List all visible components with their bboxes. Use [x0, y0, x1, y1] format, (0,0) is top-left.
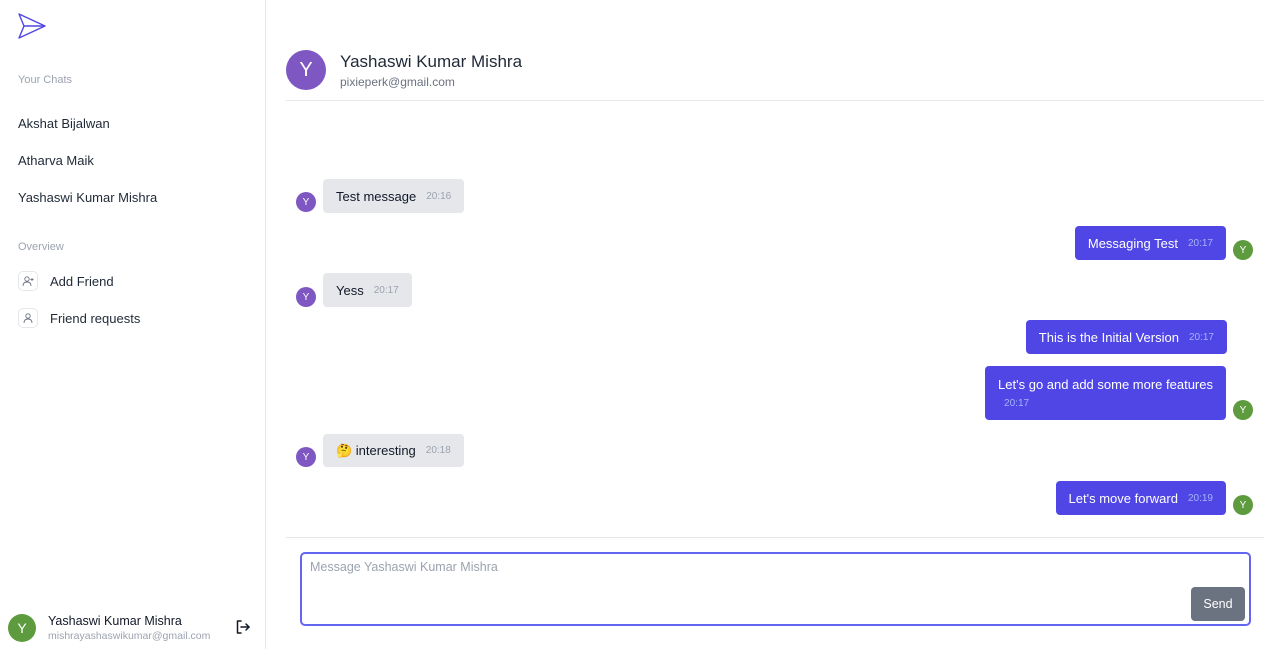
message-time: 20:17	[373, 284, 399, 296]
avatar: Y	[296, 447, 316, 467]
message-input[interactable]	[310, 560, 1170, 582]
avatar: Y	[1233, 240, 1253, 260]
message-time: 20:17	[1187, 237, 1213, 249]
user-profile: Y Yashaswi Kumar Mishra mishrayashaswiku…	[8, 610, 258, 646]
avatar: Y	[296, 192, 316, 212]
profile-name: Yashaswi Kumar Mishra	[48, 614, 182, 628]
message-text: Yess	[336, 282, 364, 298]
sidebar-chat-item[interactable]: Yashaswi Kumar Mishra	[18, 190, 157, 205]
avatar: Y	[1233, 400, 1253, 420]
user-icon	[18, 308, 38, 328]
message-time: 20:17	[1004, 398, 1030, 409]
message-row-outgoing: This is the Initial Version 20:17	[1025, 320, 1227, 354]
sidebar-chat-item[interactable]: Atharva Maik	[18, 153, 94, 168]
message-row-incoming: Y Yess 20:17	[296, 273, 412, 307]
sidebar-item-friend-requests[interactable]: Friend requests	[18, 308, 140, 328]
message-bubble: Let's go and add some more features 20:1…	[985, 366, 1226, 420]
message-text: This is the Initial Version	[1038, 329, 1179, 345]
message-time: 20:17	[1188, 331, 1214, 343]
message-row-incoming: Y 🤔 interesting 20:18	[296, 434, 464, 467]
message-row-outgoing: Let's move forward 20:19 Y	[1055, 481, 1253, 515]
logout-icon[interactable]	[234, 618, 252, 636]
composer-divider	[286, 537, 1264, 538]
message-bubble: Messaging Test 20:17	[1074, 226, 1226, 260]
paper-plane-icon[interactable]	[17, 12, 47, 40]
message-row-outgoing: Let's go and add some more features 20:1…	[985, 366, 1253, 420]
message-bubble: Test message 20:16	[323, 179, 465, 213]
message-time: 20:18	[425, 445, 451, 456]
message-composer: Send	[300, 552, 1251, 626]
add-friend-label: Add Friend	[50, 273, 114, 289]
avatar: Y	[286, 50, 326, 90]
message-text: Messaging Test	[1087, 235, 1178, 251]
message-text: 🤔 interesting	[336, 442, 416, 458]
sidebar: Your Chats Akshat Bijalwan Atharva Maik …	[0, 0, 266, 649]
avatar: Y	[1233, 495, 1253, 515]
message-row-incoming: Y Test message 20:16	[296, 179, 465, 213]
message-row-outgoing: Messaging Test 20:17 Y	[1074, 226, 1253, 260]
friend-requests-label: Friend requests	[50, 310, 141, 326]
message-time: 20:19	[1187, 492, 1213, 504]
chats-section-label: Your Chats	[18, 74, 73, 86]
message-bubble: Let's move forward 20:19	[1055, 481, 1226, 515]
message-time: 20:16	[426, 190, 452, 202]
chat-partner-email: pixieperk@gmail.com	[340, 75, 455, 89]
message-bubble: 🤔 interesting 20:18	[323, 434, 464, 467]
message-bubble: This is the Initial Version 20:17	[1025, 320, 1227, 354]
overview-section-label: Overview	[18, 241, 64, 253]
chat-panel: Y Yashaswi Kumar Mishra pixieperk@gmail.…	[266, 0, 1280, 649]
avatar: Y	[8, 614, 36, 642]
message-text: Test message	[336, 188, 417, 204]
message-text: Let's go and add some more features	[998, 377, 1213, 392]
user-plus-icon	[18, 271, 38, 291]
chat-header: Y Yashaswi Kumar Mishra pixieperk@gmail.…	[286, 50, 1264, 101]
send-button[interactable]: Send	[1191, 587, 1245, 621]
message-bubble: Yess 20:17	[323, 273, 412, 307]
profile-email: mishrayashaswikumar@gmail.com	[48, 630, 211, 642]
sidebar-chat-item[interactable]: Akshat Bijalwan	[18, 116, 110, 131]
chat-app: Your Chats Akshat Bijalwan Atharva Maik …	[0, 0, 1280, 649]
avatar: Y	[296, 287, 316, 307]
chat-partner-name: Yashaswi Kumar Mishra	[340, 52, 523, 71]
message-text: Let's move forward	[1068, 490, 1178, 506]
sidebar-item-add-friend[interactable]: Add Friend	[18, 271, 114, 291]
